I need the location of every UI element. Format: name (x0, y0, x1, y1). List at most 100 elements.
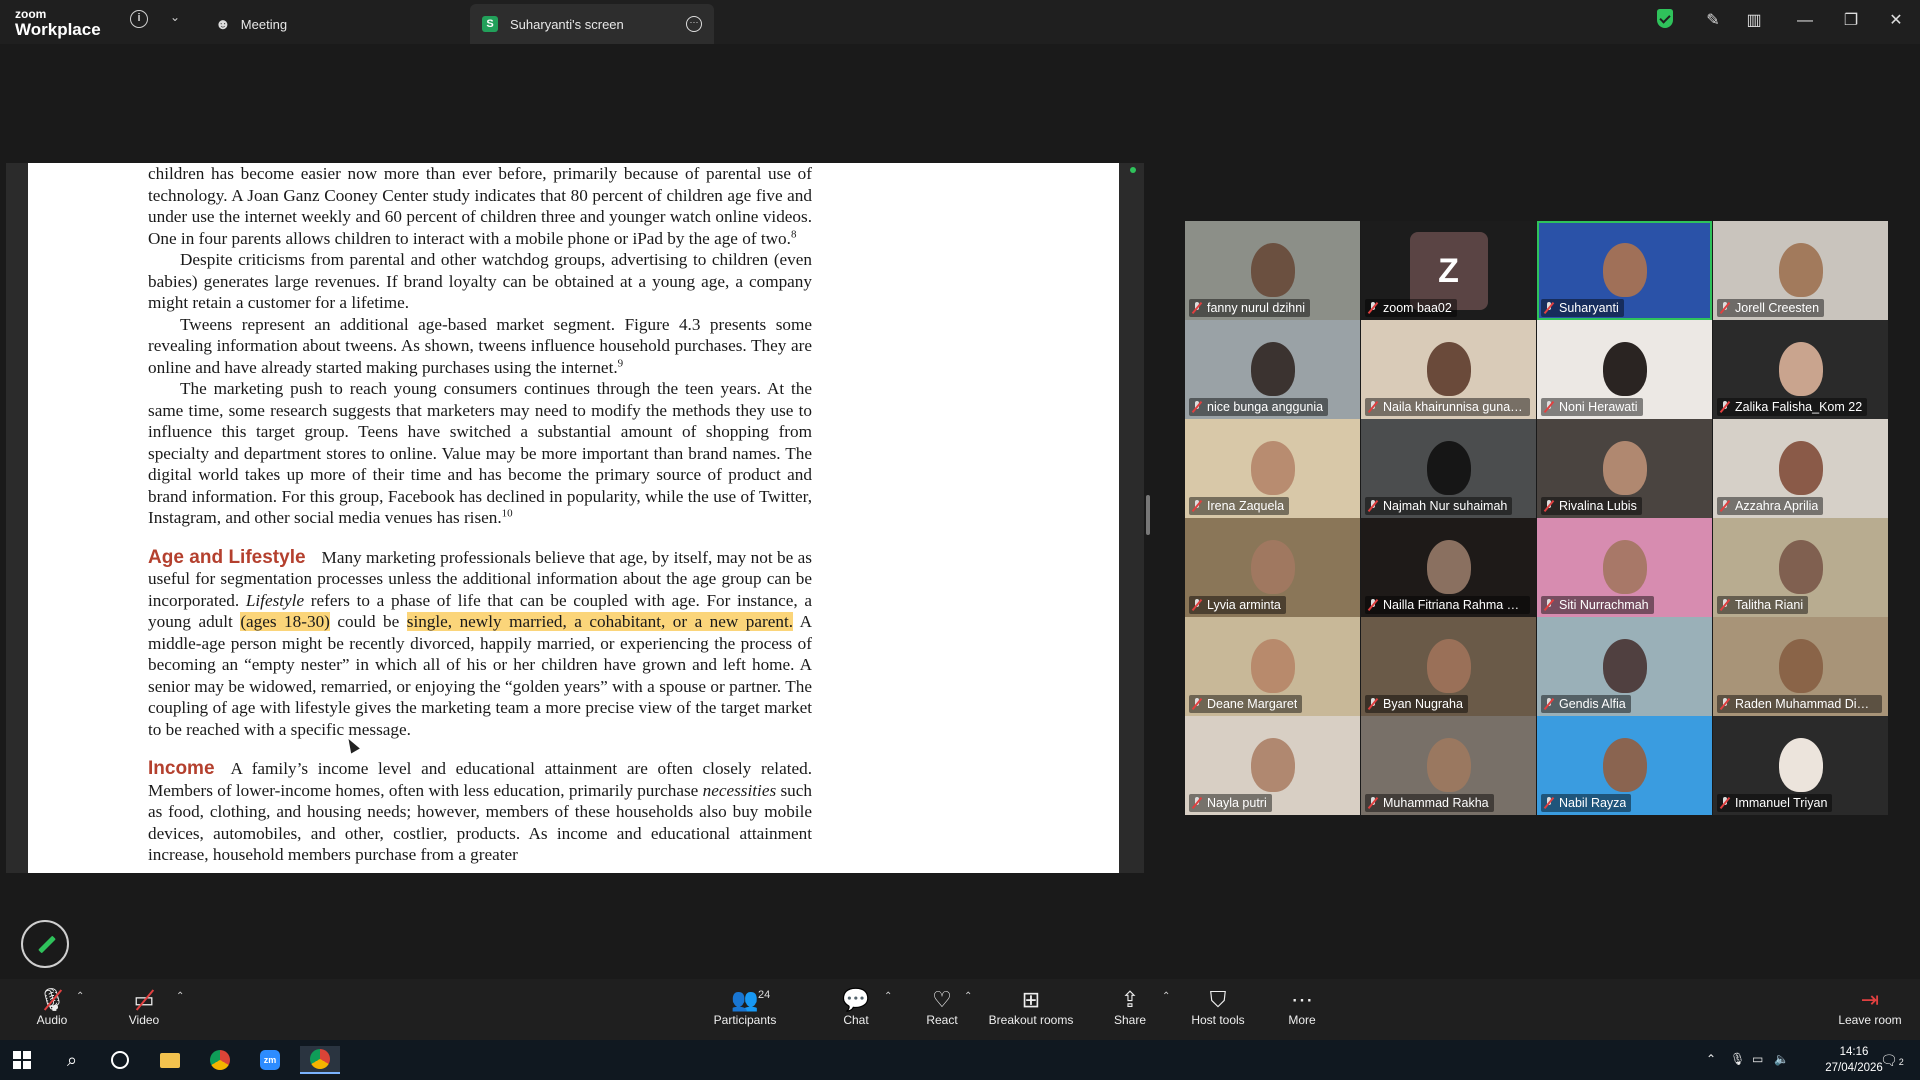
meeting-info-icon[interactable]: i (130, 10, 148, 28)
participant-tile[interactable]: Zzoom baa02 (1361, 221, 1536, 320)
video-button[interactable]: ▭ Video (124, 987, 164, 1027)
italic-term: necessities (702, 780, 777, 800)
video-label: Video (128, 1013, 160, 1027)
windows-start-icon[interactable] (2, 1046, 42, 1074)
participant-tile[interactable]: Nabil Rayza (1537, 716, 1712, 815)
participant-name-label: Naila khairunnisa gunaw... (1365, 398, 1530, 416)
microphone-tray-icon[interactable]: 🎙 (1730, 1052, 1745, 1066)
tab-shared-screen[interactable]: S Suharyanti's screen ··· (470, 4, 714, 44)
splitter-handle[interactable] (1146, 495, 1150, 535)
brand-big: Workplace (15, 20, 101, 39)
footnote-ref: 9 (617, 356, 624, 369)
host-tools-button[interactable]: ⛉ Host tools (1190, 987, 1246, 1027)
exit-icon: ⇥ (1860, 987, 1880, 1012)
participant-tile[interactable]: Rivalina Lubis (1537, 419, 1712, 518)
volume-icon[interactable]: 🔈 (1774, 1052, 1789, 1066)
annotate-pen-icon[interactable]: ✎ (1702, 10, 1724, 32)
show-hidden-icons[interactable]: ⌃ (1706, 1052, 1716, 1066)
notifications-icon[interactable]: 🗨2 (1880, 1052, 1904, 1069)
more-label: More (1288, 1013, 1316, 1027)
people-icon: ☻ (215, 15, 231, 33)
more-options-icon[interactable]: ··· (686, 16, 702, 32)
zoom-app-icon[interactable]: zm (250, 1046, 290, 1074)
participant-tile[interactable]: Naila khairunnisa gunaw... (1361, 320, 1536, 419)
microphone-muted-icon (1720, 500, 1730, 512)
share-indicator-dot (1130, 167, 1136, 173)
footnote-ref: 8 (790, 227, 797, 240)
participant-name-label: Raden Muhammad Dim... (1717, 695, 1882, 713)
annotate-button[interactable] (21, 920, 69, 968)
participant-tile[interactable]: Irena Zaquela (1185, 419, 1360, 518)
highlighted-text: (ages 18-30) (240, 612, 330, 631)
participant-count: 24 (758, 989, 771, 1001)
system-clock[interactable]: 14:16 27/04/2026 (1822, 1044, 1886, 1076)
participant-tile[interactable]: nice bunga anggunia (1185, 320, 1360, 419)
react-label: React (926, 1013, 958, 1027)
microphone-muted-icon (1192, 599, 1202, 611)
participant-tile[interactable]: Najmah Nur suhaimah (1361, 419, 1536, 518)
more-button[interactable]: ⋯ More (1284, 987, 1320, 1027)
participant-video (1778, 738, 1823, 792)
participant-tile[interactable]: Zalika Falisha_Kom 22 (1713, 320, 1888, 419)
file-explorer-icon[interactable] (150, 1046, 190, 1074)
clock-date: 27/04/2026 (1825, 1062, 1883, 1074)
participant-tile[interactable]: Talitha Riani (1713, 518, 1888, 617)
security-shield-icon[interactable] (1657, 9, 1679, 31)
participant-tile[interactable]: Lyvia arminta (1185, 518, 1360, 617)
participant-name-label: Najmah Nur suhaimah (1365, 497, 1513, 515)
microphone-muted-icon (1192, 401, 1202, 413)
shield-icon: ⛉ (1209, 987, 1227, 1012)
participant-tile[interactable]: Azzahra Aprilia (1713, 419, 1888, 518)
participant-name: Gendis Alfia (1559, 697, 1626, 711)
tab-meeting[interactable]: ☻ Meeting (215, 4, 465, 44)
ellipsis-icon: ⋯ (1291, 987, 1313, 1012)
chevron-down-icon[interactable]: ⌄ (170, 10, 180, 24)
participant-tile[interactable]: Nayla putri (1185, 716, 1360, 815)
minimize-icon[interactable]: — (1794, 10, 1816, 32)
participant-tile[interactable]: Byan Nugraha (1361, 617, 1536, 716)
participant-tile[interactable]: Gendis Alfia (1537, 617, 1712, 716)
participant-tile[interactable]: fanny nurul dzihni (1185, 221, 1360, 320)
restore-icon[interactable]: ❐ (1840, 10, 1862, 32)
chrome-active-icon[interactable] (300, 1046, 340, 1074)
participant-tile[interactable]: Suharyanti (1537, 221, 1712, 320)
participant-name-label: Rivalina Lubis (1541, 497, 1642, 515)
task-view-icon[interactable] (100, 1046, 140, 1074)
windows-taskbar: ⌕ zm ⌃ 🎙 ▭ 🔈 14:16 27/04/2026 🗨2 (0, 1040, 1920, 1080)
participant-name-label: Nayla putri (1189, 794, 1272, 812)
participant-name: Immanuel Triyan (1735, 796, 1828, 810)
close-icon[interactable]: ✕ (1885, 10, 1907, 32)
search-icon[interactable]: ⌕ (52, 1046, 92, 1074)
shared-screen-view[interactable]: children has become easier now more than… (6, 163, 1144, 873)
microphone-muted-icon (1544, 599, 1554, 611)
audio-button[interactable]: 🎙 Audio (32, 987, 72, 1027)
leave-label: Leave room (1838, 1013, 1902, 1027)
participant-name: Rivalina Lubis (1559, 499, 1637, 513)
microphone-muted-icon (1368, 797, 1378, 809)
participant-tile[interactable]: Muhammad Rakha (1361, 716, 1536, 815)
breakout-label: Breakout rooms (988, 1013, 1074, 1027)
participant-name: Siti Nurrachmah (1559, 598, 1649, 612)
participant-tile[interactable]: Siti Nurrachmah (1537, 518, 1712, 617)
paragraph-text: children has become easier now more than… (148, 164, 812, 248)
share-button[interactable]: ⇪ Share (1112, 987, 1148, 1027)
participant-video (1426, 441, 1471, 495)
view-layout-icon[interactable]: ▥ (1743, 10, 1765, 32)
react-button[interactable]: ♡ React (924, 987, 960, 1027)
leave-room-button[interactable]: ⇥ Leave room (1838, 987, 1902, 1027)
participant-tile[interactable]: Raden Muhammad Dim... (1713, 617, 1888, 716)
participant-tile[interactable]: Noni Herawati (1537, 320, 1712, 419)
participant-tile[interactable]: Immanuel Triyan (1713, 716, 1888, 815)
microphone-muted-icon (1192, 302, 1202, 314)
participant-tile[interactable]: Nailla Fitriana Rahma D... (1361, 518, 1536, 617)
tab-meeting-label: Meeting (240, 16, 288, 32)
participant-tile[interactable]: Deane Margaret (1185, 617, 1360, 716)
breakout-rooms-button[interactable]: ⊞ Breakout rooms (988, 987, 1074, 1027)
network-icon[interactable]: ▭ (1752, 1052, 1763, 1066)
microphone-muted-icon: 🎙 (38, 987, 66, 1012)
participant-tile[interactable]: Jorell Creesten (1713, 221, 1888, 320)
participant-name: Jorell Creesten (1735, 301, 1820, 315)
chat-button[interactable]: 💬 Chat (840, 987, 872, 1027)
chrome-icon[interactable] (200, 1046, 240, 1074)
participants-button[interactable]: 👥 24 Participants (712, 987, 778, 1027)
